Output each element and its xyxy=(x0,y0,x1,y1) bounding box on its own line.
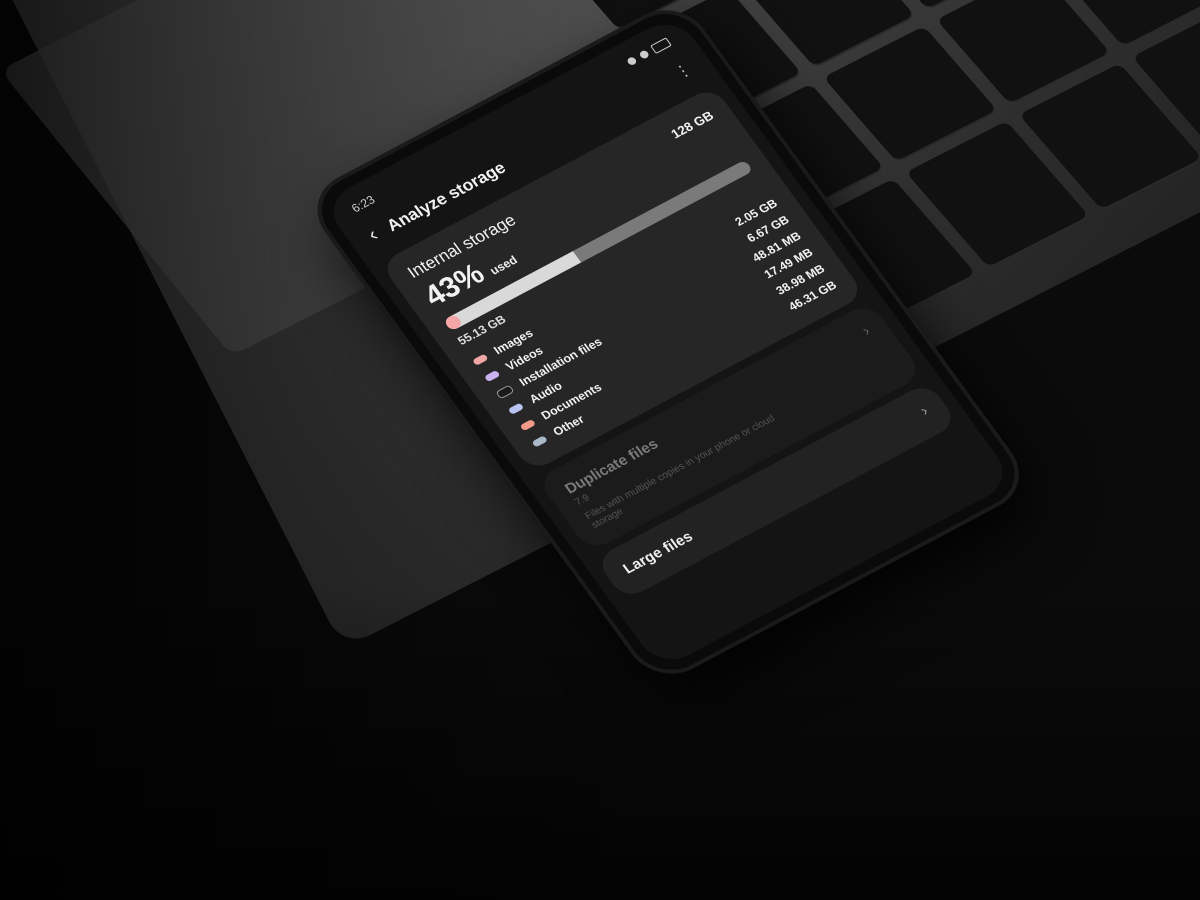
wifi-icon xyxy=(625,55,638,67)
category-swatch xyxy=(471,353,489,366)
signal-icon xyxy=(638,49,651,60)
more-options-icon[interactable]: ⋮ xyxy=(670,59,696,83)
category-swatch xyxy=(507,402,524,415)
back-icon[interactable]: ‹ xyxy=(364,224,384,246)
category-swatch xyxy=(483,369,501,382)
category-swatch xyxy=(494,384,515,399)
usage-label: used xyxy=(487,252,521,278)
category-swatch xyxy=(519,418,536,431)
battery-icon xyxy=(650,37,672,54)
category-swatch xyxy=(531,434,548,448)
